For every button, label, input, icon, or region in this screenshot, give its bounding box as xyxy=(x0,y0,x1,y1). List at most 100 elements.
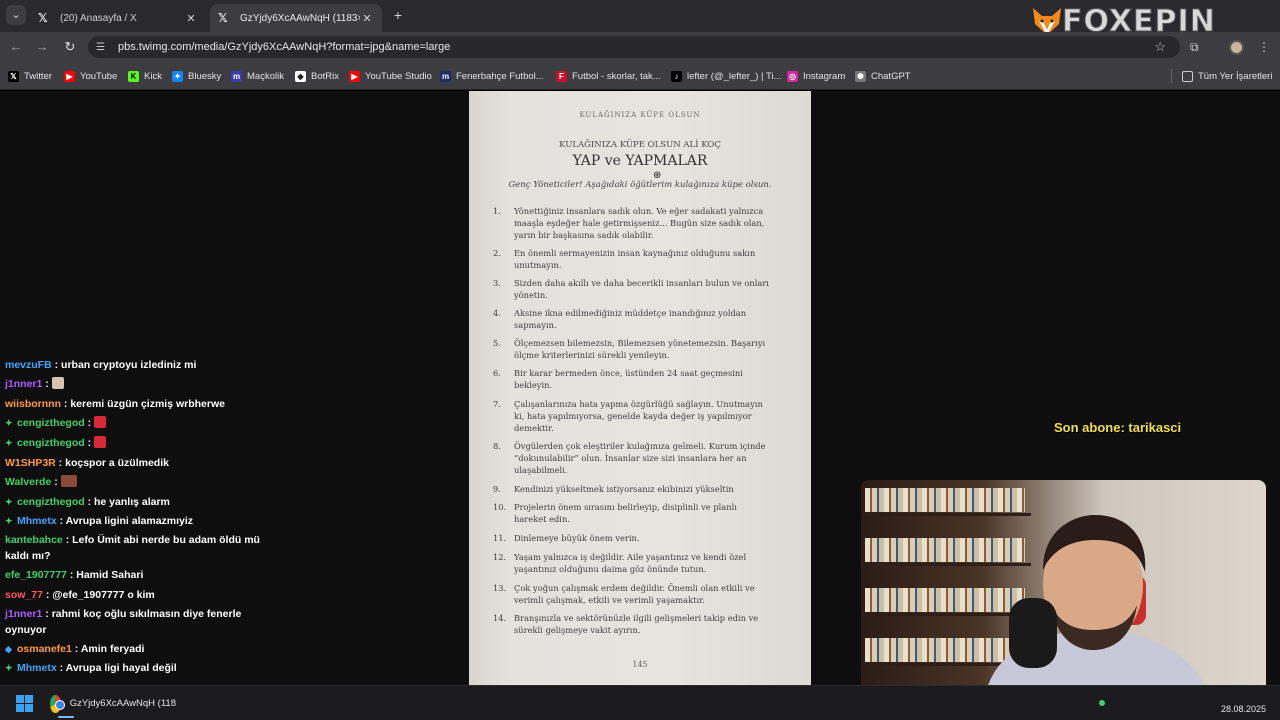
youtube-icon: ▶ xyxy=(64,70,75,82)
running-head: KULAĞINIZA KÜPE OLSUN xyxy=(579,111,701,119)
extensions-icon[interactable]: ⧉ xyxy=(1190,40,1204,54)
chatgpt-icon: ✺ xyxy=(855,70,866,82)
bookmarks-bar: 𝕏 Twitter ▶ YouTube K Kick ✦ Bluesky m Maçkol… xyxy=(0,62,1280,90)
flashscore-icon: F xyxy=(556,70,567,82)
back-arrow-icon[interactable]: ← xyxy=(8,39,24,55)
close-tab-icon[interactable]: ✕ xyxy=(360,12,374,25)
taskbar-clock[interactable]: 28.08.2025 xyxy=(1221,704,1266,714)
bookmarks-divider xyxy=(1171,69,1172,83)
diamond-badge-icon: ✦ xyxy=(5,497,13,507)
list-item: 8. Övgülerden çok eleştiriler kulağınıza … xyxy=(493,441,766,476)
mackolik-icon: m xyxy=(231,70,242,82)
list-item: 7. Çalışanlarınıza hata yapma özgürlüğü s… xyxy=(493,399,763,434)
bookmark-mackolik[interactable]: m Maçkolik xyxy=(231,68,284,84)
list-item: 1. Yönettiğiniz insanlara sadık olun. Ve … xyxy=(493,206,765,241)
bookmark-twitter[interactable]: 𝕏 Twitter xyxy=(8,68,52,84)
x-icon: 𝕏 xyxy=(8,70,19,82)
date-text: 28.08.2025 xyxy=(1220,704,1266,714)
fenerbahce-icon: m xyxy=(440,70,451,82)
all-bookmarks-folder[interactable]: Tüm Yer İşaretleri xyxy=(1182,68,1272,84)
last-subscriber-label: Son abone: tarikasci xyxy=(1054,420,1182,435)
document-intro: Genç Yöneticiler! Aşağıdaki öğütlerim ku… xyxy=(508,180,772,190)
tab-search-button[interactable]: ⌄ xyxy=(6,5,26,25)
page-number: 145 xyxy=(632,660,648,669)
tray-status-icon[interactable] xyxy=(1099,700,1105,706)
bookmark-tiktok[interactable]: ♪ lefter (@_lefter_) | Ti... xyxy=(671,68,781,84)
browser-toolbar: ← → ↻ ☰ pbs.twimg.com/media/GzYjdy6XcAAw… xyxy=(0,32,1280,62)
tiktok-icon: ♪ xyxy=(671,70,682,82)
chrome-icon xyxy=(50,694,65,713)
close-tab-icon[interactable]: ✕ xyxy=(184,12,198,25)
bookmark-flashscore[interactable]: F Futbol - skorlar, tak... xyxy=(556,68,661,84)
tab-title: GzYjdy6XcAAwNqH (1183×2048) xyxy=(240,12,360,24)
x-icon: 𝕏 xyxy=(218,11,228,25)
bookmark-instagram[interactable]: ◎ Instagram xyxy=(787,68,845,84)
bookmark-youtube-studio[interactable]: ▶ YouTube Studio xyxy=(349,68,432,84)
list-item: 13. Çok yoğun çalışmak erdem değildir. Ön… xyxy=(493,583,755,606)
streamer xyxy=(983,515,1211,707)
chat-message: ✦ Mhmetx : Avrupa ligi hayal değil xyxy=(5,662,177,674)
chat-message: kantebahce : Lefo Ümit abi nerde bu adam… xyxy=(5,534,260,562)
bookmark-youtube[interactable]: ▶ YouTube xyxy=(64,68,117,84)
youtube-studio-icon: ▶ xyxy=(349,70,360,82)
chat-emote xyxy=(94,436,107,448)
profile-avatar[interactable] xyxy=(1229,40,1244,55)
kick-icon: K xyxy=(128,70,139,82)
chat-message: mevzuFB : urban cryptoyu izlediniz mi xyxy=(5,359,197,371)
document-eyebrow: KULAĞINIZA KÜPE OLSUN ALİ KOÇ xyxy=(559,140,721,150)
list-item: 6. Bir karar bermeden önce, üstünden 24 s… xyxy=(493,368,743,391)
browser-menu-icon[interactable]: ⋮ xyxy=(1258,40,1270,54)
list-item: 14. Branşınızla ve sektörünüzle ilgili ge… xyxy=(493,613,759,636)
microphone xyxy=(1009,598,1057,668)
instagram-icon: ◎ xyxy=(787,70,798,82)
chat-message: efe_1907777 : Hamid Sahari xyxy=(5,569,144,581)
chat-message: ◆ osmanefe1 : Amin feryadi xyxy=(5,643,145,655)
list-item: 9. Kendinizi yükseltmek istiyorsanız ekib… xyxy=(493,484,734,494)
diamond-badge-icon: ✦ xyxy=(5,418,13,428)
stream-chat: mevzuFB : urban cryptoyu izlediniz mi j1… xyxy=(0,355,266,680)
list-item: 11. Dinlemeye büyük önem verin. xyxy=(493,533,640,543)
bookmark-chatgpt[interactable]: ✺ ChatGPT xyxy=(855,68,911,84)
folder-icon xyxy=(1182,70,1193,82)
bookmark-fenerbahce[interactable]: m Fenerbahçe Futbol... xyxy=(440,68,544,84)
chat-message: W1SHP3R : koçspor a üzülmedik xyxy=(5,457,169,469)
document-page-image[interactable]: KULAĞINIZA KÜPE OLSUN KULAĞINIZA KÜPE OL… xyxy=(469,91,811,685)
list-item: 2. En önemli sermayenizin insan kaynağını… xyxy=(493,248,756,271)
forward-arrow-icon[interactable]: → xyxy=(34,39,50,55)
zoom-in-cursor-icon: ⊕ xyxy=(653,170,662,181)
chat-message: j1nner1 : rahmi koç oğlu sıkılmasın diye… xyxy=(5,608,242,636)
botrix-icon: ◆ xyxy=(295,70,306,82)
site-info-icon[interactable]: ☰ xyxy=(96,42,110,53)
bookshelf-row xyxy=(865,488,1025,512)
windows-taskbar: GzYjdy6XcAAwNqH (118 28.08.2025 xyxy=(0,685,1280,720)
webcam-feed xyxy=(861,480,1266,707)
bookmark-kick[interactable]: K Kick xyxy=(128,68,162,84)
taskbar-chrome-app[interactable]: GzYjdy6XcAAwNqH (118 xyxy=(46,689,176,718)
diamond-badge-icon: ◆ xyxy=(5,644,12,654)
address-bar[interactable]: ☰ pbs.twimg.com/media/GzYjdy6XcAAwNqH?fo… xyxy=(88,36,1180,58)
chat-message: j1nner1 : xyxy=(5,376,263,392)
bookmark-bluesky[interactable]: ✦ Bluesky xyxy=(172,68,221,84)
bookmark-star-icon[interactable]: ☆ xyxy=(1154,39,1166,55)
chat-message: sow_77 : @efe_1907777 o kim xyxy=(5,589,155,601)
tab-x-home[interactable]: 𝕏 (20) Anasayfa / X ✕ xyxy=(30,4,206,32)
chat-emote xyxy=(94,416,107,428)
new-tab-button[interactable]: + xyxy=(390,7,406,23)
list-item: 4. Aksine ikna edilmediğiniz müddetçe ina… xyxy=(493,308,747,331)
active-indicator xyxy=(58,716,74,718)
chat-message: Walverde : xyxy=(5,474,263,490)
list-item: 5. Ölçemezsen bilemezsin, Bilemezsen yöne… xyxy=(493,338,766,361)
chat-emote xyxy=(60,475,77,487)
document-heading: YAP ve YAPMALAR xyxy=(572,153,708,169)
bluesky-icon: ✦ xyxy=(172,70,183,82)
url-text[interactable]: pbs.twimg.com/media/GzYjdy6XcAAwNqH?form… xyxy=(118,41,450,53)
bookmark-botrix[interactable]: ◆ BotRix xyxy=(295,68,339,84)
reload-icon[interactable]: ↻ xyxy=(62,39,78,55)
list-item: 12. Yaşam yalnızca iş değildir. Aile yaşa… xyxy=(493,552,747,575)
chat-message: wiisbornnn : keremi üzgün çizmiş wrbherw… xyxy=(5,398,225,410)
tab-image[interactable]: 𝕏 GzYjdy6XcAAwNqH (1183×2048) ✕ xyxy=(210,4,382,32)
tab-strip: ⌄ 𝕏 (20) Anasayfa / X ✕ 𝕏 GzYjdy6XcAAwNq… xyxy=(0,0,1280,39)
windows-start-icon[interactable] xyxy=(16,695,33,712)
list-item: 3. Sizden daha akıllı ve daha becerikli i… xyxy=(493,278,769,301)
diamond-badge-icon: ✦ xyxy=(5,516,13,526)
